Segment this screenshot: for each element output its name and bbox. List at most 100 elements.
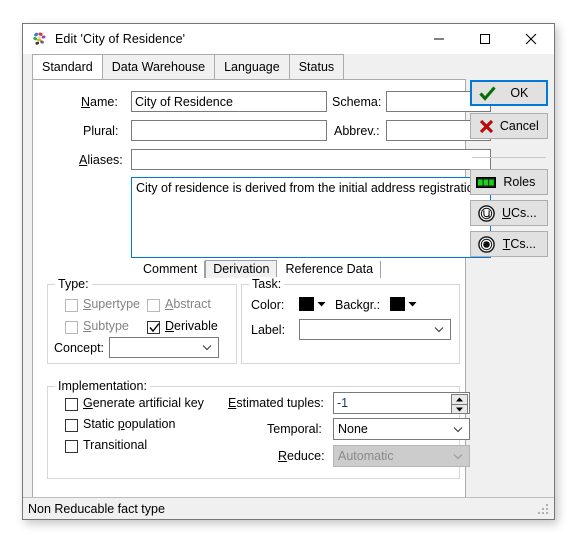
task-label-label: Label: bbox=[251, 323, 286, 337]
static-population-checkbox[interactable] bbox=[65, 419, 78, 432]
tab-status[interactable]: Status bbox=[288, 54, 345, 79]
reduce-label: Reduce: bbox=[278, 449, 325, 463]
dialog-body: Name: City of Residence Schema: Plural: bbox=[23, 79, 554, 504]
tcs-button[interactable]: TCs... bbox=[470, 231, 549, 257]
button-separator bbox=[472, 157, 547, 158]
abbrev-label: Abbrev.: bbox=[334, 124, 380, 138]
chevron-down-icon bbox=[202, 343, 212, 353]
transitional-label: Transitional bbox=[83, 438, 148, 452]
reduce-value: Automatic bbox=[338, 449, 394, 463]
u-circle-icon bbox=[475, 204, 497, 222]
subtab-reference-data[interactable]: Reference Data bbox=[277, 261, 382, 278]
derivable-checkbox[interactable] bbox=[147, 321, 160, 334]
name-input-value: City of Residence bbox=[135, 94, 233, 109]
standard-tab-page-container: Name: City of Residence Schema: Plural: bbox=[23, 79, 491, 504]
concept-label: Concept: bbox=[54, 341, 105, 355]
status-bar-text: Non Reducable fact type bbox=[28, 501, 165, 516]
green-check-icon bbox=[476, 85, 498, 101]
chevron-down-icon bbox=[434, 325, 444, 335]
subtype-checkbox bbox=[65, 321, 78, 334]
generate-artificial-key-label: Generate artificial key bbox=[83, 396, 204, 410]
plural-label: Plural: bbox=[83, 124, 119, 138]
screen: Edit 'City of Residence' Standard Data W… bbox=[0, 0, 577, 538]
implementation-group: Implementation: Generate artificial key … bbox=[47, 379, 470, 479]
tab-data-warehouse[interactable]: Data Warehouse bbox=[101, 54, 216, 79]
red-x-icon bbox=[475, 119, 497, 134]
implementation-group-title: Implementation: bbox=[55, 379, 150, 393]
temporal-combobox[interactable]: None bbox=[333, 418, 470, 440]
subtab-derivation[interactable]: Derivation bbox=[205, 260, 278, 278]
subtab-comment[interactable]: Comment bbox=[135, 261, 206, 278]
color-label: Color: bbox=[251, 298, 285, 312]
task-backgr-dropdown-arrow[interactable] bbox=[408, 297, 417, 311]
aliases-label: Aliases: bbox=[79, 153, 123, 167]
backgr-label: Backgr.: bbox=[335, 298, 381, 312]
schema-label: Schema: bbox=[332, 95, 382, 109]
abstract-label: Abstract bbox=[165, 297, 211, 311]
static-population-label: Static population bbox=[83, 417, 176, 431]
chevron-down-icon bbox=[453, 451, 463, 461]
task-color-dropdown-arrow[interactable] bbox=[317, 297, 326, 311]
checkmark-icon bbox=[149, 323, 160, 333]
resize-grip-icon[interactable] bbox=[538, 504, 550, 516]
tab-label: Data Warehouse bbox=[111, 60, 206, 74]
derivable-label: Derivable bbox=[165, 319, 218, 333]
window-controls bbox=[416, 24, 554, 54]
estimated-tuples-label: Estimated tuples: bbox=[228, 396, 324, 410]
type-group: Type: Supertype Abstract Subtype Derivab… bbox=[47, 277, 237, 364]
roles-button[interactable]: Roles bbox=[470, 169, 549, 195]
chevron-down-icon bbox=[453, 424, 463, 434]
task-color-swatch[interactable] bbox=[299, 297, 314, 311]
ok-button-label: OK bbox=[510, 86, 529, 100]
subtype-label: Subtype bbox=[83, 319, 129, 333]
edit-dialog-window: Edit 'City of Residence' Standard Data W… bbox=[22, 23, 555, 520]
temporal-value: None bbox=[338, 422, 368, 436]
standard-tab-page: Name: City of Residence Schema: Plural: bbox=[32, 79, 491, 504]
tab-standard[interactable]: Standard bbox=[32, 54, 103, 79]
ucs-button[interactable]: UCs... bbox=[470, 200, 549, 226]
type-group-title: Type: bbox=[55, 277, 92, 291]
supertype-checkbox bbox=[65, 299, 78, 312]
task-label-combobox[interactable] bbox=[299, 319, 451, 340]
title-bar: Edit 'City of Residence' bbox=[23, 24, 554, 54]
task-group-title: Task: bbox=[249, 277, 285, 291]
window-title: Edit 'City of Residence' bbox=[55, 32, 186, 46]
plural-input[interactable] bbox=[131, 120, 327, 141]
green-bars-icon bbox=[475, 176, 497, 188]
status-bar: Non Reducable fact type bbox=[23, 497, 554, 519]
generate-artificial-key-checkbox[interactable] bbox=[65, 398, 78, 411]
cancel-button[interactable]: Cancel bbox=[470, 113, 549, 139]
comment-text: City of residence is derived from the in… bbox=[136, 181, 490, 196]
maximize-button[interactable] bbox=[462, 24, 508, 54]
close-button[interactable] bbox=[508, 24, 554, 54]
name-input[interactable]: City of Residence bbox=[131, 91, 327, 112]
name-label: Name: bbox=[81, 95, 118, 109]
tcs-button-label: TCs... bbox=[502, 237, 537, 251]
app-icon bbox=[32, 31, 48, 47]
side-button-panel: OK Cancel Roles UCs... TCs... bbox=[464, 79, 554, 497]
abstract-checkbox bbox=[147, 299, 160, 312]
ucs-button-label: UCs... bbox=[501, 206, 537, 220]
temporal-label: Temporal: bbox=[267, 422, 322, 436]
main-tabstrip: Standard Data Warehouse Language Status bbox=[23, 54, 554, 79]
supertype-label: Supertype bbox=[83, 297, 140, 311]
aliases-input[interactable] bbox=[131, 149, 491, 170]
task-backgr-swatch[interactable] bbox=[390, 297, 405, 311]
transitional-checkbox[interactable] bbox=[65, 440, 78, 453]
tab-language[interactable]: Language bbox=[214, 54, 290, 79]
task-group: Task: Color: Backgr.: Label: bbox=[241, 277, 460, 364]
tab-label: Language bbox=[224, 60, 280, 74]
cancel-button-label: Cancel bbox=[499, 119, 539, 133]
tab-label: Status bbox=[298, 60, 335, 74]
target-circle-icon bbox=[475, 235, 497, 253]
comment-textarea[interactable]: City of residence is derived from the in… bbox=[131, 177, 491, 258]
estimated-tuples-input[interactable]: -1 bbox=[333, 392, 470, 414]
concept-combobox[interactable] bbox=[109, 337, 219, 358]
ok-button[interactable]: OK bbox=[470, 80, 549, 106]
estimated-tuples-value: -1 bbox=[337, 396, 349, 410]
comment-subtabs: Comment Derivation Reference Data bbox=[135, 260, 382, 278]
reduce-combobox: Automatic bbox=[333, 445, 470, 467]
roles-button-label: Roles bbox=[503, 175, 536, 189]
minimize-button[interactable] bbox=[416, 24, 462, 54]
tab-label: Standard bbox=[42, 60, 93, 74]
